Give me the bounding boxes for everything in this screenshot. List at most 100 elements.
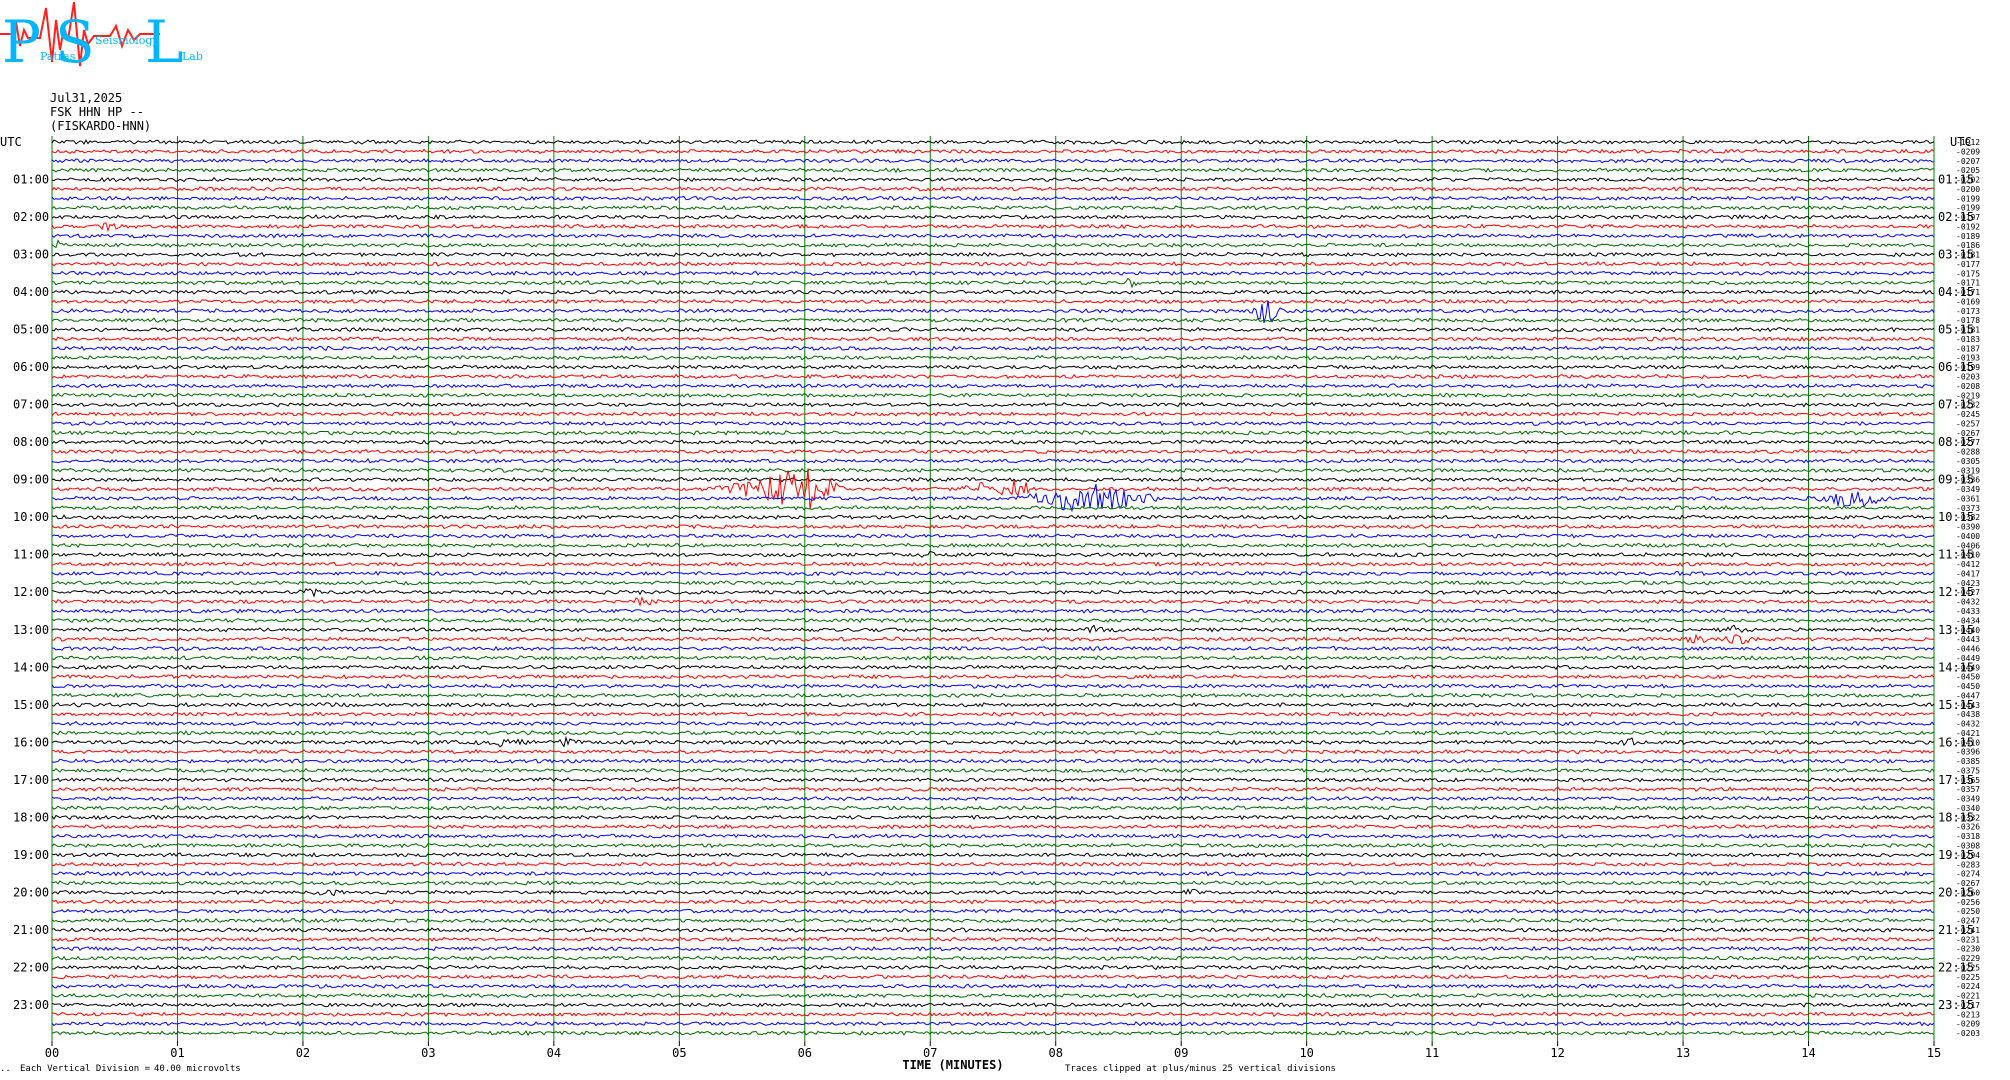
left-time-label: 03:00 — [13, 248, 49, 262]
trace-row — [51, 936, 1935, 943]
right-time-label: 21:15 — [1938, 923, 1974, 937]
trace-row — [52, 879, 1935, 886]
right-time-label: 20:15 — [1938, 885, 1974, 899]
row-offset-label: -0349 — [1956, 795, 1980, 804]
trace-row — [51, 992, 1935, 999]
x-tick-label-02: 02 — [296, 1046, 310, 1060]
trace-row — [51, 167, 1934, 174]
trace-row — [51, 251, 1935, 258]
x-tick-label-10: 10 — [1299, 1046, 1313, 1060]
trace-row — [51, 861, 1935, 868]
right-time-label: 02:15 — [1938, 210, 1974, 224]
trace-row — [51, 186, 1935, 192]
left-time-label: 22:00 — [13, 960, 49, 974]
x-tick-label-14: 14 — [1801, 1046, 1815, 1060]
trace-row — [51, 730, 1935, 736]
x-tick-label-05: 05 — [672, 1046, 686, 1060]
x-tick-label-06: 06 — [798, 1046, 812, 1060]
trace-row — [51, 1030, 1935, 1037]
trace-row — [51, 401, 1935, 408]
trace-row — [51, 673, 1935, 680]
trace-row — [51, 261, 1935, 267]
trace-row — [51, 823, 1935, 830]
trace-row — [51, 1011, 1935, 1018]
trace-row — [51, 814, 1935, 821]
trace-row — [51, 735, 1935, 748]
trace-row — [51, 383, 1935, 389]
x-tick-label-12: 12 — [1550, 1046, 1564, 1060]
trace-row — [51, 617, 1935, 624]
row-offset-label: -0224 — [1956, 982, 1980, 991]
trace-row — [51, 176, 1935, 183]
trace-row — [51, 298, 1935, 305]
right-time-label: 04:15 — [1938, 285, 1974, 299]
right-time-label: 06:15 — [1938, 360, 1974, 374]
trace-row — [51, 336, 1935, 342]
trace-row — [51, 158, 1935, 164]
vertical-division-label: Each Vertical Division = — [20, 1064, 151, 1074]
trace-row — [51, 504, 1935, 511]
left-time-label: 17:00 — [13, 773, 49, 787]
trace-row — [51, 429, 1935, 436]
trace-row — [51, 917, 1935, 924]
trace-row — [51, 354, 1935, 361]
row-offset-label: -0361 — [1956, 494, 1980, 503]
trace-row — [51, 964, 1935, 971]
trace-row — [51, 633, 1935, 645]
trace-row — [51, 533, 1935, 539]
seismic-traces — [51, 139, 1935, 1037]
trace-row — [51, 888, 1935, 897]
row-offset-label: -0207 — [1956, 157, 1980, 166]
left-time-label: 04:00 — [13, 285, 49, 299]
trace-row — [51, 232, 1935, 239]
right-time-label: 14:15 — [1938, 660, 1974, 674]
trace-row — [51, 683, 1935, 689]
trace-row — [51, 364, 1935, 370]
row-offset-label: -0173 — [1956, 307, 1980, 316]
x-tick-label-13: 13 — [1676, 1046, 1690, 1060]
left-time-label: 02:00 — [13, 210, 49, 224]
right-time-label: 07:15 — [1938, 398, 1974, 412]
x-tick-label-09: 09 — [1174, 1046, 1188, 1060]
trace-row — [51, 786, 1935, 792]
trace-row — [51, 222, 1935, 233]
left-time-label: 10:00 — [13, 510, 49, 524]
trace-row — [51, 608, 1935, 614]
row-offset-label: -0199 — [1956, 194, 1980, 203]
right-time-label: 15:15 — [1938, 698, 1974, 712]
trace-row — [51, 767, 1935, 774]
trace-row — [51, 711, 1935, 718]
left-time-label: 01:00 — [13, 173, 49, 187]
row-offset-label: -0400 — [1956, 532, 1980, 541]
trace-row — [51, 655, 1935, 661]
row-offset-label: -0274 — [1956, 870, 1980, 879]
left-time-label: 06:00 — [13, 360, 49, 374]
trace-row — [51, 448, 1935, 455]
trace-row — [51, 476, 1935, 483]
trace-row — [51, 908, 1935, 914]
trace-row — [51, 392, 1935, 399]
x-tick-label-01: 01 — [170, 1046, 184, 1060]
row-offset-label: -0250 — [1956, 907, 1980, 916]
row-offset-label: -0208 — [1956, 382, 1980, 391]
right-time-label: 19:15 — [1938, 848, 1974, 862]
trace-row — [51, 239, 1935, 249]
trace-row — [51, 214, 1935, 220]
left-time-label: 18:00 — [13, 810, 49, 824]
trace-row — [51, 833, 1935, 839]
row-offset-label: -0257 — [1956, 419, 1980, 428]
row-offset-label: -0450 — [1956, 682, 1980, 691]
trace-row — [51, 468, 1935, 510]
left-time-label: 19:00 — [13, 848, 49, 862]
x-tick-label-03: 03 — [421, 1046, 435, 1060]
helicorder-chart: 00 01 02 03 04 05 06 07 08 09 10 11 12 13 14 15TIME (MI… — [0, 135, 1980, 1072]
trace-row — [52, 645, 1935, 652]
trace-row — [51, 1020, 1935, 1027]
row-offset-label: -0230 — [1956, 945, 1980, 954]
left-time-label: 05:00 — [13, 323, 49, 337]
trace-row — [51, 457, 1935, 464]
trace-row — [51, 842, 1935, 849]
left-axis-title: UTC — [0, 135, 22, 149]
x-tick-label-11: 11 — [1425, 1046, 1439, 1060]
trace-row — [51, 570, 1935, 577]
